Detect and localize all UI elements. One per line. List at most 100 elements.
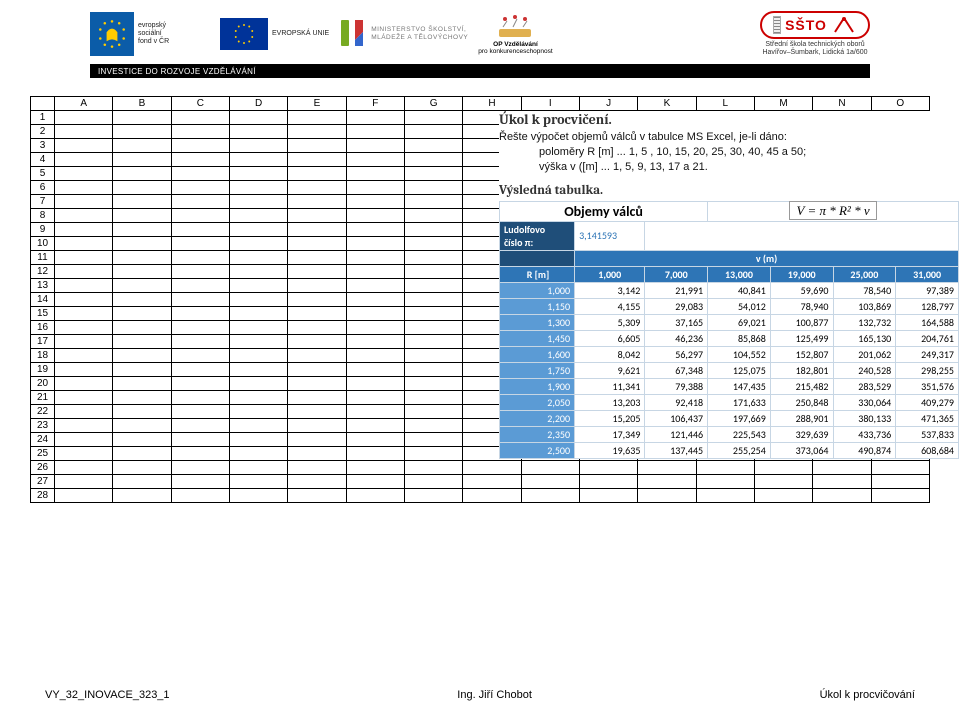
task-title: Úkol k procvičení. bbox=[499, 111, 959, 128]
cell bbox=[288, 447, 346, 461]
cell bbox=[229, 139, 287, 153]
col-header: H bbox=[463, 97, 521, 111]
cell bbox=[55, 279, 113, 293]
cell bbox=[346, 391, 404, 405]
cell bbox=[229, 167, 287, 181]
cell bbox=[871, 461, 929, 475]
cell bbox=[404, 377, 462, 391]
cell bbox=[171, 139, 229, 153]
cell bbox=[171, 475, 229, 489]
cell bbox=[229, 237, 287, 251]
cell bbox=[346, 489, 404, 503]
cell bbox=[113, 251, 171, 265]
cell bbox=[171, 111, 229, 125]
cell bbox=[288, 489, 346, 503]
col-header: J bbox=[579, 97, 637, 111]
row-header: 10 bbox=[31, 237, 55, 251]
esf-flag-icon bbox=[90, 12, 134, 56]
result-table: Objemy válcůV = π * R² * vLudolfovočíslo… bbox=[499, 201, 959, 459]
esf-logo: evropský sociální fond v ČR bbox=[90, 10, 210, 58]
cell bbox=[288, 265, 346, 279]
cell bbox=[404, 265, 462, 279]
cell bbox=[113, 489, 171, 503]
row-header: 27 bbox=[31, 475, 55, 489]
cell bbox=[463, 461, 521, 475]
cell bbox=[346, 363, 404, 377]
cell bbox=[288, 181, 346, 195]
cell bbox=[229, 377, 287, 391]
eu-label: EVROPSKÁ UNIE bbox=[272, 30, 329, 38]
cell bbox=[113, 279, 171, 293]
cell bbox=[346, 433, 404, 447]
cell bbox=[171, 349, 229, 363]
cell bbox=[171, 321, 229, 335]
cell bbox=[113, 419, 171, 433]
cell bbox=[288, 405, 346, 419]
row-header: 8 bbox=[31, 209, 55, 223]
row-header: 22 bbox=[31, 405, 55, 419]
cell bbox=[404, 153, 462, 167]
cell bbox=[288, 377, 346, 391]
footer-left: VY_32_INOVACE_323_1 bbox=[45, 689, 170, 701]
cell bbox=[463, 489, 521, 503]
cell bbox=[346, 321, 404, 335]
cell bbox=[696, 461, 754, 475]
cell bbox=[404, 209, 462, 223]
cell bbox=[229, 321, 287, 335]
cell bbox=[404, 111, 462, 125]
cell bbox=[579, 461, 637, 475]
cell bbox=[288, 433, 346, 447]
cell bbox=[171, 265, 229, 279]
cell bbox=[55, 489, 113, 503]
cell bbox=[288, 307, 346, 321]
cell bbox=[288, 293, 346, 307]
cell bbox=[521, 475, 579, 489]
cell bbox=[754, 461, 812, 475]
cell bbox=[113, 195, 171, 209]
row-header: 18 bbox=[31, 349, 55, 363]
cell bbox=[288, 391, 346, 405]
cell bbox=[229, 111, 287, 125]
cell bbox=[346, 237, 404, 251]
cell bbox=[404, 237, 462, 251]
cell bbox=[346, 447, 404, 461]
cell bbox=[288, 153, 346, 167]
header-banner: evropský sociální fond v ČR EVROPSKÁ UNI… bbox=[0, 0, 960, 64]
cell bbox=[171, 279, 229, 293]
cell bbox=[229, 391, 287, 405]
cell bbox=[55, 111, 113, 125]
cell bbox=[346, 209, 404, 223]
page-footer: VY_32_INOVACE_323_1 Ing. Jiří Chobot Úko… bbox=[0, 689, 960, 701]
cell bbox=[346, 167, 404, 181]
cell bbox=[404, 447, 462, 461]
col-header: M bbox=[754, 97, 812, 111]
cell bbox=[404, 391, 462, 405]
cell bbox=[171, 461, 229, 475]
col-header: B bbox=[113, 97, 171, 111]
cell bbox=[113, 293, 171, 307]
cell bbox=[171, 447, 229, 461]
cell bbox=[229, 195, 287, 209]
row-header: 21 bbox=[31, 391, 55, 405]
cell bbox=[754, 489, 812, 503]
cell bbox=[113, 153, 171, 167]
cell bbox=[229, 251, 287, 265]
cell bbox=[229, 307, 287, 321]
cell bbox=[55, 377, 113, 391]
cell bbox=[113, 377, 171, 391]
cell bbox=[346, 405, 404, 419]
cell bbox=[113, 307, 171, 321]
row-header: 4 bbox=[31, 153, 55, 167]
cell bbox=[113, 335, 171, 349]
cell bbox=[404, 139, 462, 153]
cell bbox=[55, 433, 113, 447]
cell bbox=[171, 237, 229, 251]
cell bbox=[404, 167, 462, 181]
cell bbox=[229, 419, 287, 433]
cell bbox=[171, 153, 229, 167]
cell bbox=[55, 293, 113, 307]
row-header: 12 bbox=[31, 265, 55, 279]
cell bbox=[404, 405, 462, 419]
cell bbox=[404, 223, 462, 237]
task-subtitle: Výsledná tabulka. bbox=[499, 183, 959, 198]
